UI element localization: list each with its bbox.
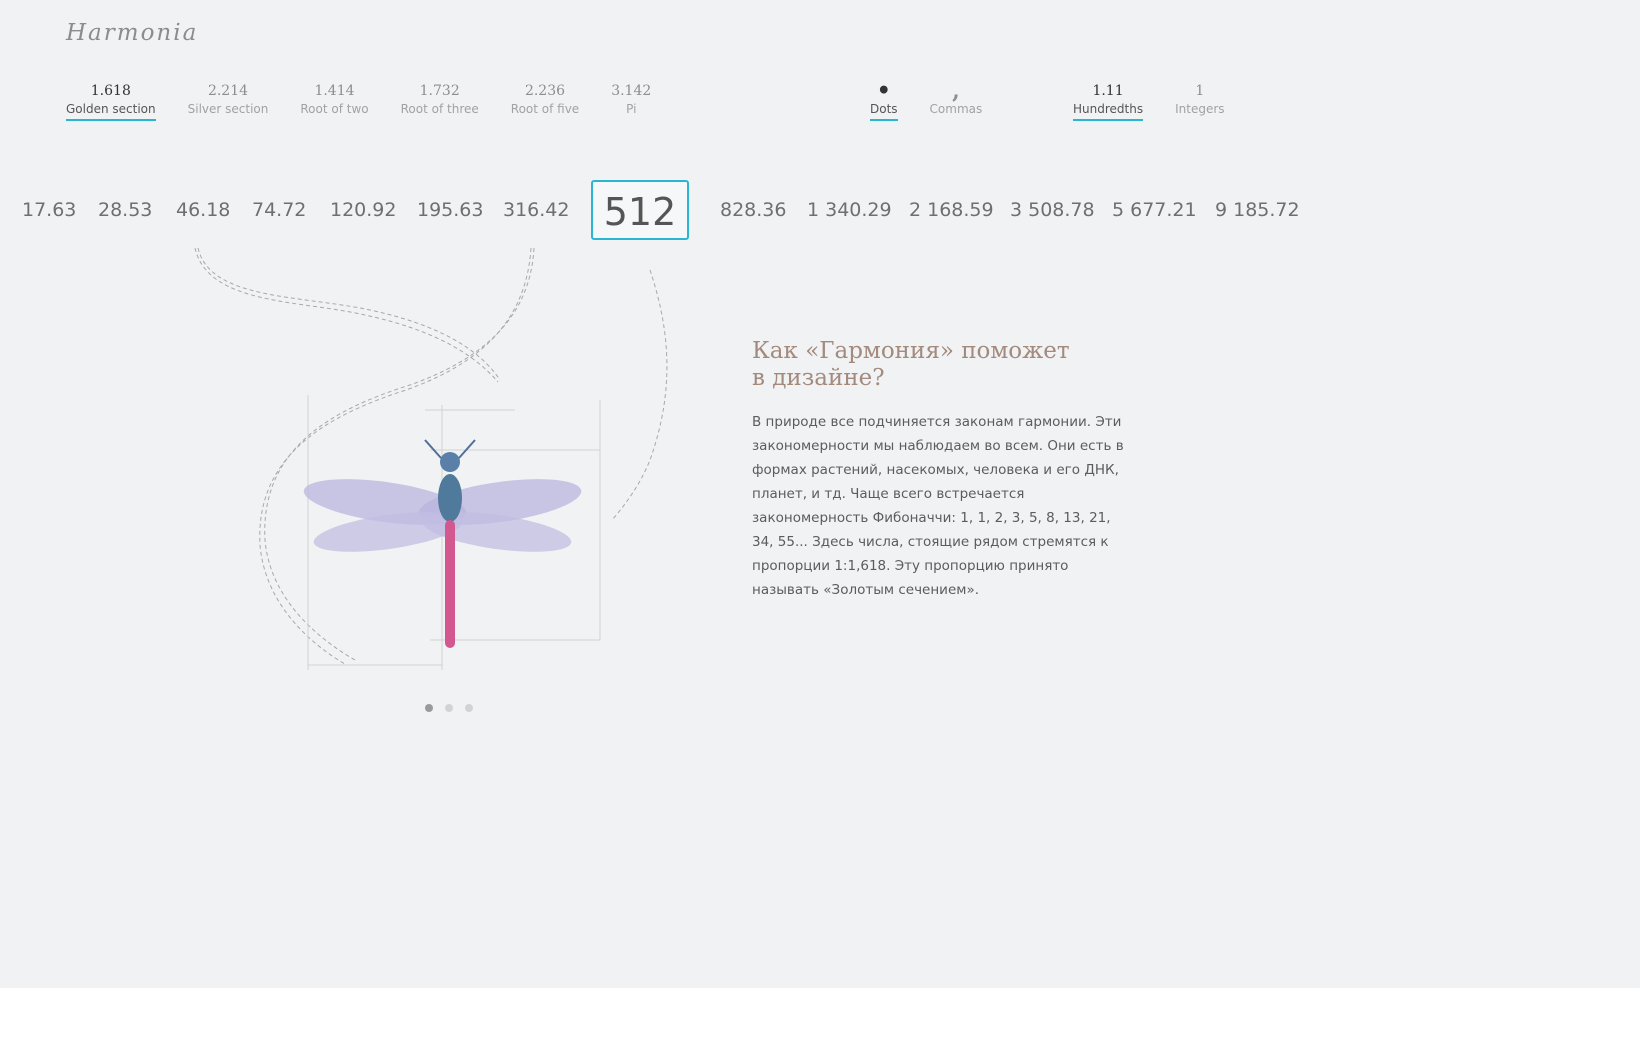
separator-option-value: , (952, 78, 960, 104)
precision-option-value: 1 (1195, 83, 1205, 99)
app-window: Harmonia 1.618 Golden section 2.214 Silver … (0, 0, 1640, 988)
logo[interactable]: Harmonia (66, 20, 198, 46)
dragonfly-icon (194, 247, 668, 670)
scale-value[interactable]: 17.63 (22, 180, 76, 240)
separator-selector: • Dots, Commas (870, 80, 982, 121)
ratio-option[interactable]: 1.618 Golden section (66, 80, 156, 121)
scale-value[interactable]: 195.63 (417, 180, 483, 240)
precision-option[interactable]: 1.11 Hundredths (1073, 80, 1144, 121)
info-title-line2: в дизайне? (752, 365, 885, 391)
ratio-option-value: 1.414 (314, 83, 355, 99)
ratio-option-value: 1.618 (90, 83, 131, 99)
ratio-option-label: Root of three (400, 102, 479, 116)
slider-dot[interactable] (465, 704, 473, 712)
ratio-option-value: 2.236 (524, 83, 566, 99)
scale-value[interactable]: 74.72 (252, 180, 306, 240)
slider-dot[interactable] (445, 704, 453, 712)
precision-option[interactable]: 1 Integers (1175, 80, 1224, 121)
separator-option-value: • (876, 78, 891, 104)
precision-selector: 1.11 Hundredths 1 Integers (1073, 80, 1225, 121)
ratio-option[interactable]: 2.236 Root of five (511, 80, 579, 121)
scale-value[interactable]: 1 340.29 (807, 180, 892, 240)
info-block: Как «Гармония» поможет в дизайне? В прир… (752, 338, 1132, 602)
scale-value[interactable]: 28.53 (98, 180, 152, 240)
scale-value[interactable]: 120.92 (330, 180, 396, 240)
ratio-option[interactable]: 1.414 Root of two (300, 80, 368, 121)
scale-value[interactable]: 316.42 (503, 180, 569, 240)
info-paragraph: В природе все подчиняется законам гармон… (752, 414, 1124, 598)
scale-value[interactable]: 828.36 (720, 180, 786, 240)
ratio-option[interactable]: 1.732 Root of three (401, 80, 479, 121)
info-title-line1: Как «Гармония» поможет (752, 338, 1070, 364)
ratio-option-label: Pi (626, 102, 637, 116)
ratio-option[interactable]: 3.142 Pi (611, 80, 651, 121)
scale-value[interactable]: 46.18 (176, 180, 230, 240)
ratio-option-label: Root of five (510, 102, 580, 116)
info-title: Как «Гармония» поможет в дизайне? (752, 338, 1132, 392)
precision-option-label: Integers (1175, 102, 1225, 116)
modular-scale: 17.63 28.53 46.18 74.72 120.92 195.63 316.42 51… (0, 180, 1640, 240)
ratio-option-label: Root of two (300, 102, 369, 116)
scale-value[interactable]: 3 508.78 (1010, 180, 1095, 240)
precision-option-label: Hundredths (1073, 102, 1144, 121)
scale-value[interactable]: 9 185.72 (1215, 180, 1300, 240)
separator-option-label: Dots (870, 102, 898, 121)
scale-value[interactable]: 2 168.59 (909, 180, 994, 240)
separator-option[interactable]: , Commas (930, 80, 983, 121)
slider-pagination (425, 704, 473, 712)
illustration (180, 240, 700, 680)
ratio-option-value: 1.732 (419, 83, 460, 99)
ratio-option-label: Golden section (66, 102, 156, 121)
base-size-value[interactable]: 512 (591, 180, 689, 240)
scale-value[interactable]: 5 677.21 (1112, 180, 1197, 240)
separator-option-label: Commas (929, 102, 983, 116)
ratio-selector: 1.618 Golden section 2.214 Silver section 1.… (66, 80, 651, 121)
separator-option[interactable]: • Dots (870, 80, 898, 121)
ratio-option-value: 2.214 (207, 83, 249, 99)
ratio-option-label: Silver section (187, 102, 269, 116)
ratio-option[interactable]: 2.214 Silver section (188, 80, 269, 121)
precision-option-value: 1.11 (1092, 83, 1124, 99)
slider-dot[interactable] (425, 704, 433, 712)
ratio-option-value: 3.142 (611, 83, 652, 99)
